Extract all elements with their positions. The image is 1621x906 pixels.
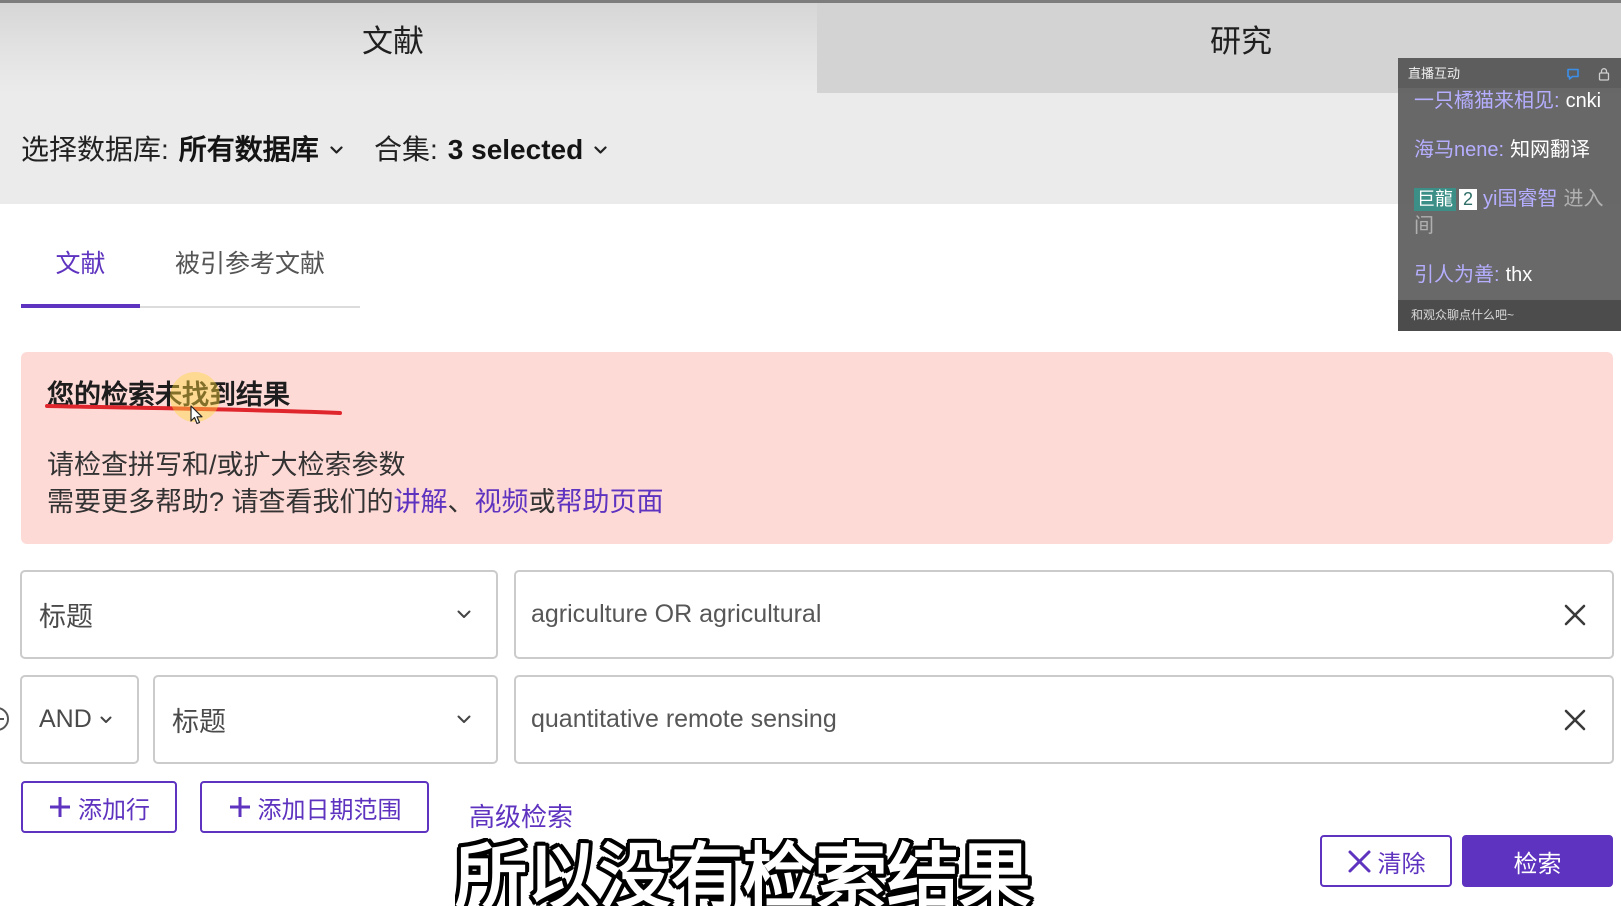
chat-message: 巨龍 2 yi国睿智 进入 间: [1414, 186, 1619, 240]
boolean-operator-select[interactable]: AND: [20, 675, 139, 764]
video-link[interactable]: 视频: [475, 487, 529, 517]
chat-entry-text: 进入: [1563, 188, 1604, 210]
tab-research-label: 研究: [1210, 24, 1272, 59]
plus-icon: [50, 797, 70, 817]
add-row-label: 添加行: [78, 796, 150, 824]
live-chat-title: 直播互动: [1408, 66, 1461, 81]
tab-cited-references-label: 被引参考文献: [174, 250, 325, 278]
chat-message: 引人为善: thx: [1414, 263, 1619, 287]
chevron-down-icon: [330, 145, 343, 154]
bubble-icon[interactable]: [1566, 67, 1580, 81]
tab-documents-search[interactable]: 文献: [21, 238, 140, 304]
chat-input[interactable]: 和观众聊点什么吧~: [1398, 300, 1621, 331]
tab-cited-references[interactable]: 被引参考文献: [140, 238, 360, 304]
live-chat-header: 直播互动: [1398, 58, 1621, 88]
help-page-link[interactable]: 帮助页面: [556, 487, 664, 517]
help-prefix: 需要更多帮助? 请查看我们的: [47, 487, 394, 517]
close-icon[interactable]: [1563, 708, 1587, 732]
search-label: 检索: [1513, 850, 1562, 878]
search-query-input[interactable]: [531, 699, 1563, 740]
database-select-label: 选择数据库:: [21, 134, 169, 165]
search-field-value: 标题: [39, 602, 93, 632]
active-tab-indicator: [21, 304, 140, 308]
tab-documents-search-label: 文献: [55, 250, 106, 278]
live-chat-panel: 直播互动 一只橘猫来相见: cnki 海马nene: 知网翻译 巨龍 2 yi国睿智 进入…: [1398, 58, 1621, 331]
database-select-value: 所有数据库: [178, 134, 319, 165]
add-row-button[interactable]: 添加行: [21, 781, 177, 833]
tab-documents[interactable]: 文献: [0, 3, 817, 93]
chat-message: 一只橘猫来相见: cnki: [1414, 89, 1619, 113]
collection-select[interactable]: 合集: 3 selected: [374, 130, 607, 170]
chat-entry-text: 间: [1414, 215, 1434, 237]
tab-documents-label: 文献: [362, 24, 424, 59]
chat-message: 海马nene: 知网翻译: [1414, 138, 1619, 162]
page: 文献 研究 选择数据库: 所有数据库 合集: 3 selected 文献 被引参…: [0, 0, 1621, 906]
no-results-alert: 您的检索未找到结果 请检查拼写和/或扩大检索参数 需要更多帮助? 请查看我们的讲…: [21, 352, 1613, 544]
chat-username: yi国睿智: [1483, 188, 1558, 210]
fan-badge: 巨龍: [1414, 188, 1456, 212]
search-field-select[interactable]: 标题: [153, 675, 498, 764]
search-field-value: 标题: [172, 707, 226, 737]
add-date-range-label: 添加日期范围: [257, 796, 402, 824]
chat-message-text: 知网翻译: [1510, 139, 1591, 161]
search-query-field: [514, 675, 1614, 764]
chat-input-placeholder: 和观众聊点什么吧~: [1411, 308, 1515, 322]
search-button[interactable]: 检索: [1462, 835, 1613, 887]
lock-icon[interactable]: [1597, 67, 1611, 81]
alert-message: 请检查拼写和/或扩大检索参数: [47, 450, 406, 480]
database-selector-bar: 选择数据库: 所有数据库 合集: 3 selected: [0, 93, 1621, 204]
plus-icon: [229, 797, 250, 817]
chevron-down-icon: [457, 610, 471, 618]
chat-message-text: cnki: [1565, 90, 1602, 112]
clear-button[interactable]: 清除: [1320, 835, 1452, 887]
advanced-search-link[interactable]: 高级检索: [469, 800, 573, 834]
search-field-select[interactable]: 标题: [20, 570, 498, 659]
minus-circle-icon[interactable]: [0, 706, 12, 732]
chevron-down-icon: [100, 716, 112, 723]
chevron-down-icon: [457, 715, 471, 723]
add-date-range-button[interactable]: 添加日期范围: [200, 781, 429, 833]
video-subtitle-text: 所以没有检索结果: [455, 838, 1032, 906]
alert-help-text: 需要更多帮助? 请查看我们的讲解、视频或帮助页面: [47, 485, 664, 519]
database-select[interactable]: 选择数据库: 所有数据库: [21, 130, 343, 170]
fan-badge-level: 2: [1459, 189, 1478, 211]
help-separator: 、: [447, 487, 475, 517]
boolean-operator-value: AND: [39, 705, 92, 733]
collection-select-label: 合集:: [374, 134, 438, 165]
tab-divider-line: [140, 306, 360, 308]
close-icon: [1348, 850, 1370, 872]
chat-message-text: thx: [1505, 264, 1533, 286]
clear-label: 清除: [1377, 850, 1426, 878]
help-separator: 或: [528, 487, 556, 517]
chat-username: 一只橘猫来相见:: [1414, 90, 1560, 112]
chat-username: 引人为善:: [1414, 264, 1500, 286]
chat-entry-line: 巨龍 2 yi国睿智 进入: [1414, 186, 1619, 213]
collection-select-value: 3 selected: [447, 134, 584, 165]
search-query-input[interactable]: [531, 594, 1563, 635]
tutorial-link[interactable]: 讲解: [394, 487, 448, 517]
chat-username: 海马nene:: [1414, 139, 1505, 161]
live-chat-messages: 一只橘猫来相见: cnki 海马nene: 知网翻译 巨龍 2 yi国睿智 进入 间 引人…: [1398, 88, 1621, 300]
chat-entry-line: 间: [1414, 213, 1619, 240]
mouse-cursor-icon: [190, 405, 203, 425]
close-icon[interactable]: [1563, 603, 1587, 627]
video-subtitle: 所以没有检索结果: [455, 838, 1045, 906]
chevron-down-icon: [594, 145, 607, 154]
search-query-field: [514, 570, 1614, 659]
